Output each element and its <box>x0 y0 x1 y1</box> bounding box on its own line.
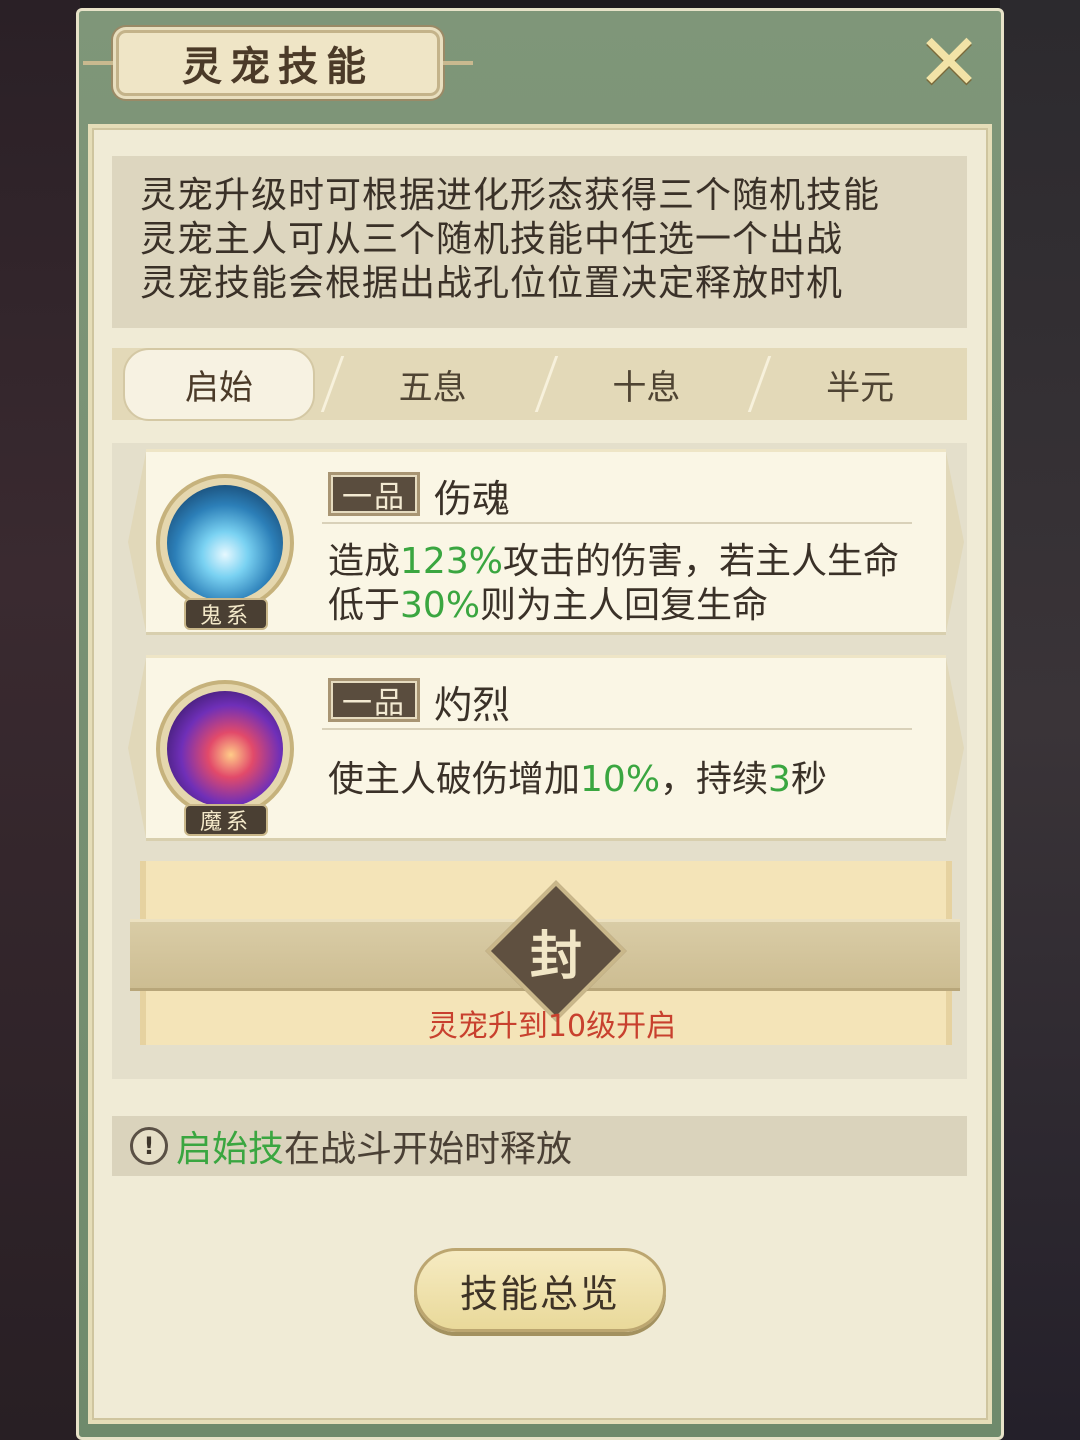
seal-char: 封 <box>529 925 582 987</box>
skill-overview-button[interactable]: 技能总览 <box>414 1248 666 1332</box>
title-plate: 灵宠技能 <box>83 30 473 96</box>
tip-highlight: 启始技 <box>176 1129 285 1170</box>
skill-orb <box>167 485 283 601</box>
unlock-requirement: 灵宠升到10级开启 <box>427 1009 677 1044</box>
tab-shixi[interactable]: 十息 <box>540 348 772 420</box>
close-icon: ✕ <box>916 18 982 108</box>
tab-label: 五息 <box>398 367 467 408</box>
description-line: 灵宠主人可从三个随机技能中任选一个出战 <box>140 219 844 260</box>
tab-label: 十息 <box>612 367 681 408</box>
skill-card[interactable]: 鬼系 一品 伤魂 造成123%攻击的伤害，若主人生命低于30%则为主人回复生命 <box>146 449 946 635</box>
locked-skill-slot[interactable]: 封 灵宠升到10级开启 <box>130 861 960 1045</box>
tab-label: 半元 <box>826 367 895 408</box>
close-button[interactable]: ✕ <box>916 24 982 102</box>
tip-rest: 在战斗开始时释放 <box>284 1129 573 1170</box>
desc-value: 3 <box>768 759 791 800</box>
desc-value: 123% <box>400 541 503 582</box>
desc-text: 造成 <box>328 541 401 582</box>
desc-text: 低于 <box>328 585 401 626</box>
background-right <box>1000 0 1080 1440</box>
tip-text: 启始技在战斗开始时释放 <box>176 1120 572 1172</box>
desc-text: ，持续 <box>660 759 769 800</box>
tab-banyuan[interactable]: 半元 <box>753 348 967 420</box>
description-line: 灵宠升级时可根据进化形态获得三个随机技能 <box>140 175 881 216</box>
grade-badge: 一品 <box>328 472 420 516</box>
desc-value: 10% <box>580 759 661 800</box>
desc-text: 秒 <box>790 759 827 800</box>
dialog-title: 灵宠技能 <box>182 43 374 90</box>
desc-value: 30% <box>400 585 481 626</box>
desc-text: 则为主人回复生命 <box>480 585 769 626</box>
divider <box>322 728 912 730</box>
skill-name: 灼烈 <box>434 683 511 727</box>
element-tag: 魔系 <box>184 804 268 836</box>
slot-tabs: 启始 五息 十息 半元 <box>112 347 967 421</box>
skill-card[interactable]: 魔系 一品 灼烈 使主人破伤增加10%，持续3秒 <box>146 655 946 841</box>
description-box: 灵宠升级时可根据进化形态获得三个随机技能 灵宠主人可从三个随机技能中任选一个出战… <box>112 156 967 328</box>
tab-qishi[interactable]: 启始 <box>112 347 344 421</box>
skill-orb <box>167 691 283 807</box>
element-tag: 鬼系 <box>184 598 268 630</box>
ghost-skill-icon <box>156 474 294 612</box>
exclamation-icon: ! <box>130 1127 168 1165</box>
background-left <box>0 0 80 1440</box>
demon-skill-icon <box>156 680 294 818</box>
grade-badge: 一品 <box>328 678 420 722</box>
skill-description: 使主人破伤增加10%，持续3秒 <box>328 758 928 802</box>
tab-label: 启始 <box>122 347 315 421</box>
skill-description: 造成123%攻击的伤害，若主人生命低于30%则为主人回复生命 <box>328 540 928 628</box>
desc-text: 使主人破伤增加 <box>328 759 581 800</box>
desc-text: 攻击的伤害，若主人生命 <box>502 541 899 582</box>
tip-bar: ! 启始技在战斗开始时释放 <box>112 1116 967 1176</box>
skills-list: 鬼系 一品 伤魂 造成123%攻击的伤害，若主人生命 低于30%则为主人回复生命 … <box>112 443 967 1079</box>
tab-wuxi[interactable]: 五息 <box>326 348 558 420</box>
description-line: 灵宠技能会根据出战孔位位置决定释放时机 <box>140 263 844 304</box>
divider <box>322 522 912 524</box>
skill-name: 伤魂 <box>434 477 511 521</box>
